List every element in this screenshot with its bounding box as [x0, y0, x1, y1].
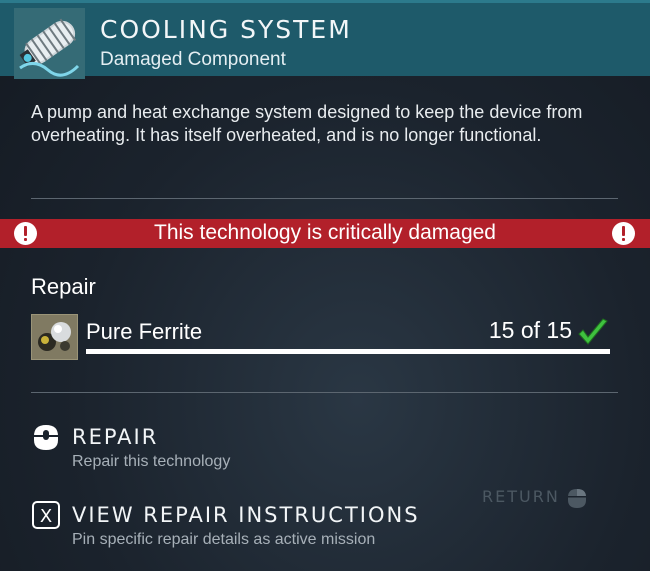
damage-banner: This technology is critically damaged — [0, 219, 650, 248]
repair-action-label: REPAIR — [72, 425, 159, 449]
item-header: COOLING SYSTEM Damaged Component — [0, 0, 650, 79]
return-button[interactable]: RETURN — [482, 487, 560, 506]
alert-icon — [612, 222, 635, 245]
svg-text:X: X — [40, 506, 52, 527]
x-key-icon: X — [31, 500, 61, 530]
item-subtitle: Damaged Component — [100, 49, 286, 70]
mouse-right-click-icon — [566, 487, 588, 509]
repair-action[interactable]: REPAIR Repair this technology — [31, 420, 331, 472]
check-icon — [577, 318, 609, 348]
view-repair-instructions-label: VIEW REPAIR INSTRUCTIONS — [72, 503, 420, 527]
view-repair-instructions-description: Pin specific repair details as active mi… — [72, 531, 376, 548]
mouse-left-click-icon — [31, 422, 61, 452]
resource-name: Pure Ferrite — [86, 319, 203, 344]
damage-text: This technology is critically damaged — [154, 221, 496, 244]
cooling-coil-icon — [14, 8, 85, 79]
item-description: A pump and heat exchange system designed… — [31, 102, 583, 145]
repair-action-description: Repair this technology — [72, 453, 231, 470]
pure-ferrite-icon — [31, 314, 78, 360]
resource-count: 15 of 15 — [488, 317, 572, 343]
item-title: COOLING SYSTEM — [100, 15, 352, 44]
resource-progress-bar — [86, 349, 610, 354]
divider — [31, 392, 618, 393]
view-repair-instructions-action[interactable]: X VIEW REPAIR INSTRUCTIONS Pin specific … — [31, 498, 431, 550]
divider — [31, 198, 618, 199]
repair-heading: Repair — [31, 274, 96, 299]
